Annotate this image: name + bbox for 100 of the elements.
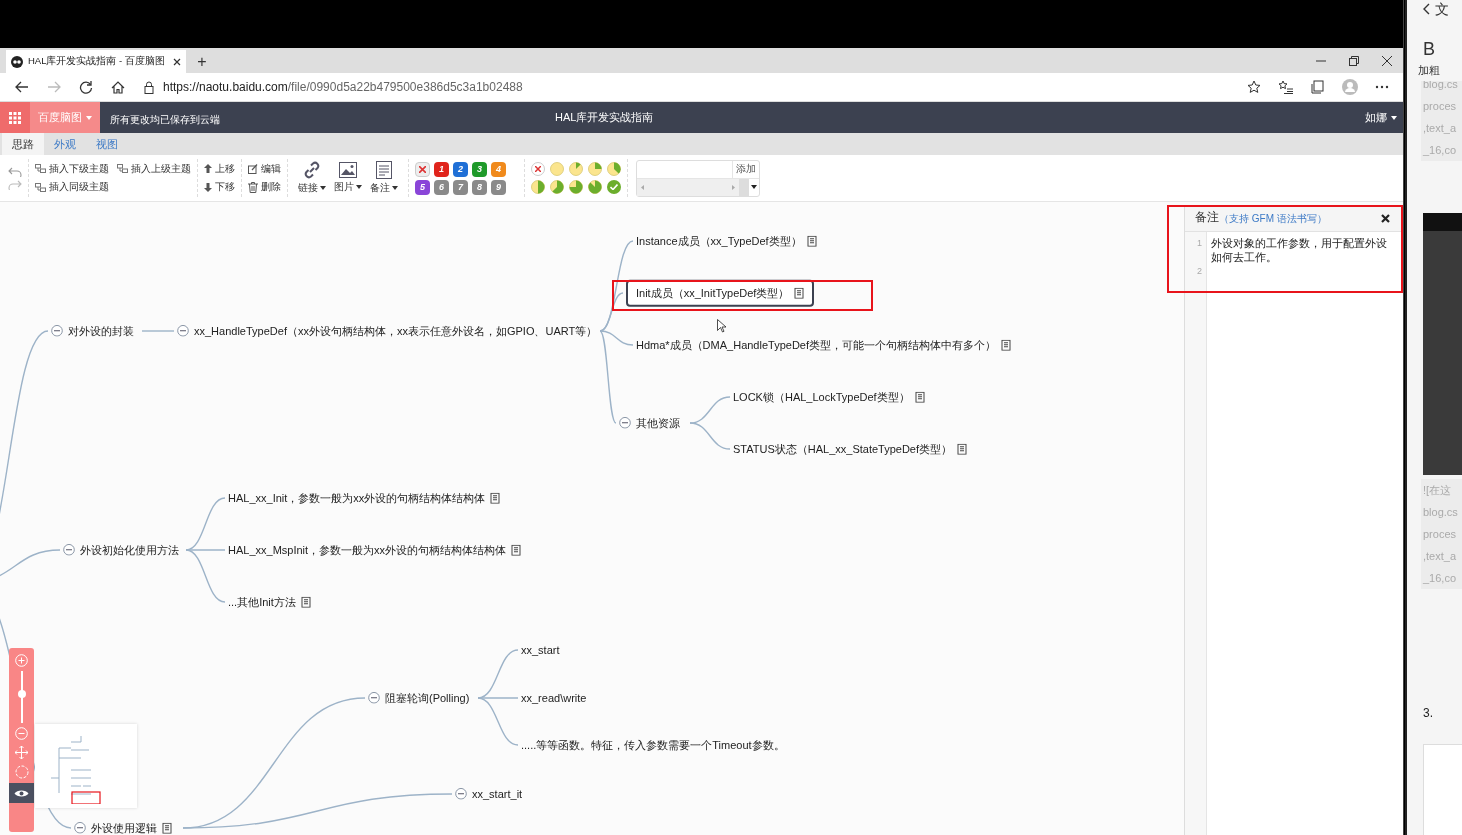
topic[interactable]: 阻塞轮询(Polling) xyxy=(385,689,470,707)
dropdown-caret-icon xyxy=(749,185,759,189)
topic[interactable]: Instance成员（xx_TypeDef类型） xyxy=(636,232,802,250)
delete-button[interactable]: 删除 xyxy=(248,180,281,195)
insert-child-button[interactable]: 插入下级主题 xyxy=(35,161,109,176)
note-icon[interactable] xyxy=(914,391,925,403)
clear-progress-button[interactable] xyxy=(531,162,545,176)
topic[interactable]: 外设初始化使用方法 xyxy=(80,541,179,559)
topic[interactable]: xx_start_it xyxy=(472,785,523,803)
line-number: 2 xyxy=(1197,265,1202,278)
toolbar-label: 文 xyxy=(1435,0,1449,19)
priority-button[interactable]: 3 xyxy=(472,161,487,177)
insert-parent-button[interactable]: 插入上级主题 xyxy=(117,161,191,176)
code-snippet-text: ,text_a xyxy=(1423,120,1458,136)
caret-icon xyxy=(320,186,326,190)
topic[interactable]: 对外设的封装 xyxy=(68,322,134,340)
image-button[interactable]: 图片 xyxy=(334,161,362,195)
edit-icon xyxy=(248,163,258,174)
done-progress-button[interactable] xyxy=(607,180,621,194)
apps-grid-button[interactable] xyxy=(0,102,30,133)
topic[interactable]: ...其他Init方法 xyxy=(228,593,296,611)
cross-icon xyxy=(535,166,541,172)
topic[interactable]: Hdma*成员（DMA_HandleTypeDef类型，可能一个句柄结构体中有多个） xyxy=(636,336,996,354)
collapse-icon[interactable] xyxy=(74,822,86,834)
note-icon[interactable] xyxy=(162,822,172,834)
zoom-slider[interactable] xyxy=(20,671,23,723)
progress-pie-icon[interactable] xyxy=(569,162,583,176)
cross-icon xyxy=(419,165,426,173)
slider-thumb[interactable] xyxy=(17,689,26,698)
clear-priority-button[interactable] xyxy=(415,161,430,177)
chevron-left-icon[interactable] xyxy=(1423,3,1430,15)
topic[interactable]: xx_read\write xyxy=(521,689,587,707)
navigator-toggle-button[interactable] xyxy=(9,783,34,803)
priority-button[interactable]: 2 xyxy=(453,161,468,177)
topic[interactable]: xx_start xyxy=(521,641,560,659)
home-button[interactable] xyxy=(110,79,126,95)
bold-button[interactable]: B xyxy=(1423,40,1437,58)
collapse-icon[interactable] xyxy=(51,325,63,337)
syntax-hint-link[interactable]: （支持 GFM 语法书写） xyxy=(1219,210,1327,226)
priority-button[interactable]: 5 xyxy=(415,179,430,195)
ribbon-tab[interactable]: 视图 xyxy=(86,133,128,155)
progress-pie-icon[interactable] xyxy=(588,162,602,176)
topic[interactable]: LOCK锁（HAL_LockTypeDef类型） xyxy=(733,388,910,406)
close-icon xyxy=(1380,213,1390,223)
address-bar[interactable]: https://naotu.baidu.com/file/0990d5a22b479500e386d5c3a1b02488 xyxy=(144,76,1247,98)
undo-icon[interactable] xyxy=(8,166,22,177)
topic[interactable]: 其他资源 xyxy=(636,414,680,432)
priority-button[interactable]: 1 xyxy=(434,161,449,177)
progress-pie-icon[interactable] xyxy=(588,180,602,194)
favorites-icon[interactable] xyxy=(1278,80,1294,94)
back-button[interactable] xyxy=(14,79,30,95)
ribbon-tab[interactable]: 外观 xyxy=(44,133,86,155)
topic[interactable]: .....等等函数。特征，传入参数需要一个Timeout参数。 xyxy=(521,736,785,754)
add-tag-button[interactable]: 添加 xyxy=(732,160,759,178)
document-icon xyxy=(376,160,392,179)
note-icon[interactable] xyxy=(300,596,311,608)
note-icon[interactable] xyxy=(490,492,501,504)
progress-pie-icon[interactable] xyxy=(550,180,564,194)
dropdown-button[interactable] xyxy=(739,178,759,196)
move-up-button[interactable]: 上移 xyxy=(204,161,235,176)
link-button[interactable]: 链接 xyxy=(298,160,326,196)
progress-pie-icon[interactable] xyxy=(607,162,621,176)
edit-button[interactable]: 编辑 xyxy=(248,161,281,176)
collections-icon[interactable] xyxy=(1311,80,1325,94)
ribbon-tab[interactable]: 思路 xyxy=(2,133,44,155)
up-arrow-icon xyxy=(204,164,212,174)
refresh-button[interactable] xyxy=(78,79,94,95)
note-icon[interactable] xyxy=(957,443,968,455)
collapse-icon[interactable] xyxy=(63,544,75,556)
zoom-out-icon[interactable] xyxy=(15,727,28,740)
note-text: 外设对象的工作参数，用于配置外设如何去工作。 xyxy=(1211,236,1388,264)
user-menu[interactable]: 如娜 xyxy=(1365,109,1397,126)
new-tab-button[interactable]: + xyxy=(190,50,214,73)
note-icon[interactable] xyxy=(806,235,817,247)
collapse-icon[interactable] xyxy=(455,788,467,800)
collapse-icon[interactable] xyxy=(619,417,631,429)
insert-sibling-button[interactable]: 插入同级主题 xyxy=(35,180,191,195)
zoom-in-icon[interactable] xyxy=(15,654,28,667)
close-button[interactable] xyxy=(1379,212,1391,224)
topic[interactable]: HAL_xx_Init，参数一般为xx外设的句柄结构体结构体 xyxy=(228,489,486,507)
star-icon[interactable] xyxy=(1247,80,1261,94)
topic[interactable]: 外设使用逻辑 xyxy=(91,819,157,835)
browser-tab[interactable]: HAL库开发实战指南 - 百度脑图 xyxy=(6,50,186,73)
close-icon[interactable] xyxy=(173,57,181,66)
note-icon[interactable] xyxy=(1001,339,1011,351)
move-down-button[interactable]: 下移 xyxy=(204,180,235,195)
topic[interactable]: xx_HandleTypeDef（xx外设句柄结构体，xx表示任意外设名，如GPIO、UART等） xyxy=(194,322,598,340)
note-icon[interactable] xyxy=(794,287,805,299)
progress-pie-icon[interactable] xyxy=(569,180,583,194)
note-button[interactable]: 备注 xyxy=(370,160,398,196)
more-icon[interactable] xyxy=(1375,85,1389,89)
collapse-icon[interactable] xyxy=(177,325,189,337)
collapse-icon[interactable] xyxy=(368,692,380,704)
topic[interactable]: Init成员（xx_InitTypeDef类型） xyxy=(626,279,815,307)
note-icon[interactable] xyxy=(511,544,522,556)
topic[interactable]: STATUS状态（HAL_xx_StateTypeDef类型） xyxy=(733,440,953,458)
link-icon xyxy=(303,160,321,179)
move-icon[interactable] xyxy=(15,746,28,759)
progress-pie-icon[interactable] xyxy=(531,180,545,194)
topic[interactable]: HAL_xx_MspInit，参数一般为xx外设的句柄结构体结构体 xyxy=(228,541,507,559)
